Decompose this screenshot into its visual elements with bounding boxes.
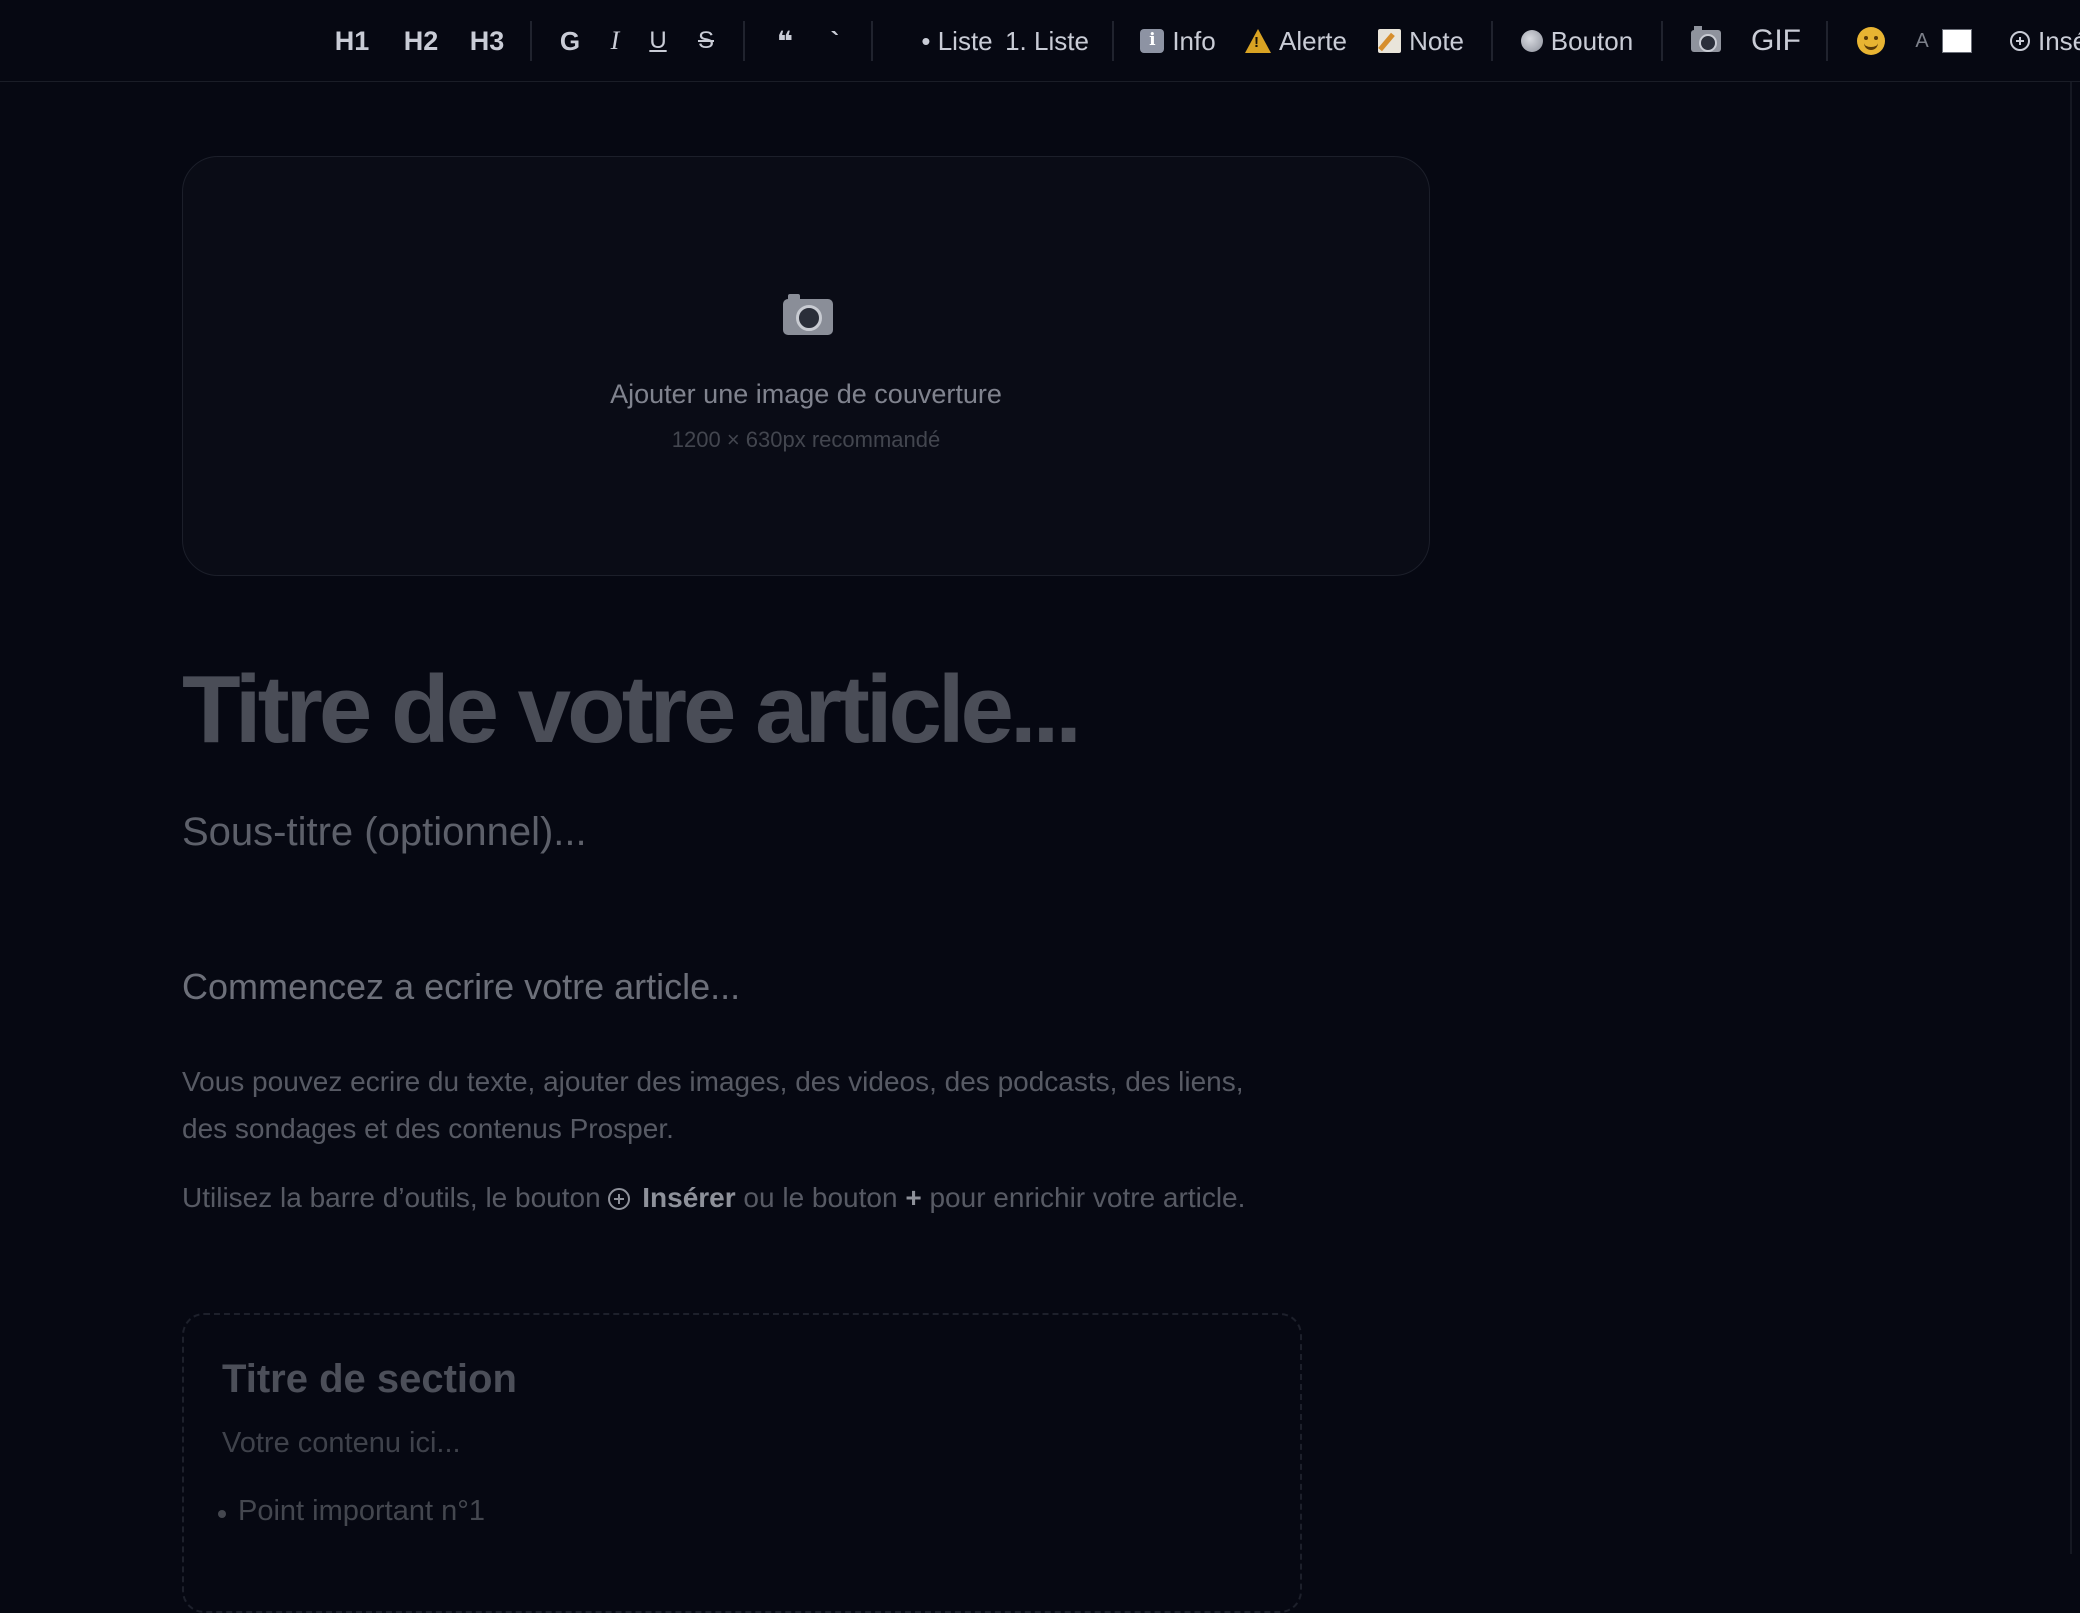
article-body-paragraph[interactable]: Vous pouvez ecrire du texte, ajouter des… — [182, 1058, 1282, 1152]
insert-inline-label: Insérer — [642, 1182, 736, 1213]
paragraph-text: pour enrichir votre article. — [921, 1182, 1246, 1213]
toolbar-divider — [743, 21, 745, 61]
article-body-heading[interactable]: Commencez a ecrire votre article... — [182, 966, 740, 1008]
scrollbar-track[interactable] — [2070, 82, 2072, 1554]
insert-image-button[interactable] — [1690, 0, 1722, 81]
insert-label: Insé — [2038, 25, 2080, 56]
section-content[interactable]: Votre contenu ici... — [222, 1427, 461, 1460]
insert-button[interactable]: Insé — [2010, 0, 2080, 81]
toolbar-divider — [1826, 21, 1828, 61]
toolbar-divider — [530, 21, 532, 61]
alert-label: Alerte — [1279, 25, 1347, 56]
toolbar-divider — [1491, 21, 1493, 61]
paragraph-text: ou le bouton — [735, 1182, 906, 1213]
camera-icon — [1691, 26, 1721, 52]
note-label: Note — [1409, 25, 1464, 56]
alert-block-button[interactable]: Alerte — [1245, 0, 1347, 81]
info-icon — [1140, 29, 1165, 53]
camera-icon — [783, 294, 833, 335]
section-template-block[interactable]: Titre de section Votre contenu ici... Po… — [182, 1313, 1302, 1613]
info-block-button[interactable]: Info — [1140, 0, 1216, 81]
cover-image-dropzone[interactable]: Ajouter une image de couverture 1200 × 6… — [182, 156, 1430, 576]
editor-toolbar: H1 H2 H3 G I U S ❝ ` • Liste 1. Liste In… — [0, 0, 2080, 82]
toolbar-divider — [1112, 21, 1114, 61]
warning-icon — [1245, 29, 1272, 53]
heading-1-button[interactable]: H1 — [330, 0, 374, 81]
cover-image-size-hint: 1200 × 630px recommandé — [671, 427, 941, 452]
article-title-input[interactable]: Titre de votre article... — [182, 655, 1082, 765]
smiley-icon — [1857, 27, 1885, 55]
bold-button[interactable]: G — [556, 0, 584, 81]
toolbar-divider — [1661, 21, 1663, 61]
plus-circle-icon — [608, 1188, 631, 1210]
text-color-label: A — [1915, 29, 1929, 52]
article-subtitle-input[interactable]: Sous-titre (optionnel)... — [182, 810, 587, 855]
inline-code-button[interactable]: ` — [822, 0, 848, 81]
emoji-button[interactable] — [1856, 0, 1886, 81]
strikethrough-button[interactable]: S — [694, 0, 718, 81]
radio-button-icon — [1520, 30, 1543, 52]
cover-image-label: Ajouter une image de couverture — [610, 379, 1002, 409]
ordered-list-button[interactable]: 1. Liste — [1002, 0, 1092, 81]
button-label: Bouton — [1550, 25, 1634, 56]
plus-circle-icon — [2010, 31, 2030, 51]
underline-button[interactable]: U — [646, 0, 670, 81]
heading-2-button[interactable]: H2 — [400, 0, 442, 81]
button-block-button[interactable]: Bouton — [1520, 0, 1634, 81]
list-item[interactable]: Point important n°1 — [218, 1495, 485, 1528]
text-color-swatch[interactable] — [1942, 29, 1972, 53]
insert-gif-button[interactable]: GIF — [1751, 0, 1801, 81]
note-block-button[interactable]: Note — [1378, 0, 1464, 81]
section-title[interactable]: Titre de section — [222, 1357, 517, 1402]
quote-button[interactable]: ❝ — [770, 0, 800, 81]
bullet-list-button[interactable]: • Liste — [898, 0, 1016, 81]
article-body-paragraph[interactable]: Utilisez la barre d’outils, le bouton In… — [182, 1174, 1282, 1221]
info-label: Info — [1172, 25, 1216, 56]
plus-inline-label: + — [905, 1182, 922, 1213]
italic-button[interactable]: I — [604, 0, 626, 81]
heading-3-button[interactable]: H3 — [466, 0, 508, 81]
toolbar-divider — [871, 21, 873, 61]
paragraph-text: Utilisez la barre d’outils, le bouton — [182, 1182, 609, 1213]
memo-icon — [1378, 29, 1402, 53]
